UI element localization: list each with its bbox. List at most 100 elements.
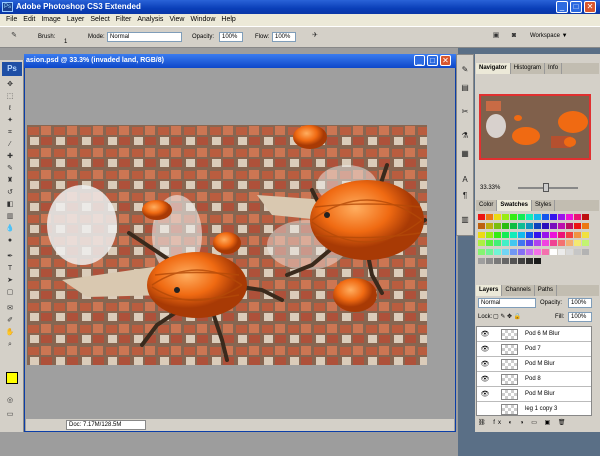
color-swatch[interactable] (510, 214, 517, 220)
document-title[interactable]: asion.psd @ 33.3% (invaded land, RGB/8) (24, 54, 456, 68)
color-swatch[interactable] (574, 222, 581, 229)
color-swatch[interactable] (494, 231, 501, 238)
color-swatch[interactable] (542, 240, 549, 247)
color-swatch[interactable] (510, 258, 517, 265)
eye-icon[interactable]: 👁 (479, 344, 491, 355)
color-swatch[interactable] (478, 258, 485, 265)
history-icon[interactable]: ⚗ (459, 130, 471, 142)
menu-view[interactable]: View (166, 14, 187, 26)
brushes-panel-icon[interactable]: ✎ (459, 64, 471, 76)
color-swatch[interactable] (526, 222, 533, 229)
crop-tool-icon[interactable]: ⌗ (4, 128, 16, 138)
color-swatch[interactable] (534, 214, 541, 220)
minimize-button[interactable]: _ (556, 1, 568, 13)
color-swatch[interactable] (502, 222, 509, 229)
eye-icon[interactable]: 👁 (479, 329, 491, 340)
color-swatch[interactable] (502, 214, 509, 220)
color-swatch[interactable] (510, 222, 517, 229)
screen-mode-icon[interactable]: ▭ (4, 410, 16, 420)
history-brush-icon[interactable]: ↺ (4, 188, 16, 198)
color-swatch[interactable] (518, 249, 525, 256)
layer-row[interactable]: 👁 Pod M Blur (477, 387, 591, 402)
tab-styles[interactable]: Styles (532, 200, 556, 211)
tab-swatches[interactable]: Swatches (497, 200, 533, 211)
color-swatch[interactable] (518, 258, 525, 265)
fill-field[interactable]: 100% (568, 312, 592, 322)
eraser-tool-icon[interactable]: ◧ (4, 200, 16, 210)
brush-tool-icon[interactable]: ✎ (8, 31, 20, 41)
zoom-tool-icon[interactable]: ⌕ (4, 340, 16, 350)
doc-close-button[interactable]: ✕ (440, 55, 451, 66)
tab-channels[interactable]: Channels (502, 285, 535, 296)
eyedropper-tool-icon[interactable]: ⁄ (4, 140, 16, 150)
color-swatch[interactable] (566, 222, 573, 229)
color-swatch[interactable] (518, 222, 525, 229)
color-swatch[interactable] (550, 240, 557, 247)
color-swatch[interactable] (550, 222, 557, 229)
color-swatch[interactable] (478, 214, 485, 220)
doc-minimize-button[interactable]: _ (414, 55, 425, 66)
layer-row[interactable]: 👁 Pod 8 (477, 372, 591, 387)
color-swatch[interactable] (526, 240, 533, 247)
layer-row[interactable]: 👁 Pod M Blur (477, 357, 591, 372)
color-swatch[interactable] (494, 258, 501, 265)
tab-info[interactable]: Info (545, 63, 563, 74)
color-swatch[interactable] (558, 240, 565, 247)
color-swatch[interactable] (550, 231, 557, 238)
color-swatch[interactable] (518, 231, 525, 238)
color-swatch[interactable] (574, 214, 581, 220)
close-button[interactable]: ✕ (584, 1, 596, 13)
quick-mask-icon[interactable]: ◎ (4, 396, 16, 406)
eye-icon[interactable]: 👁 (479, 359, 491, 370)
color-swatch[interactable] (526, 258, 533, 265)
notes-tool-icon[interactable]: ✉ (4, 304, 16, 314)
color-swatch[interactable] (542, 214, 549, 220)
color-swatch[interactable] (518, 214, 525, 220)
color-swatch[interactable] (486, 249, 493, 256)
menu-filter[interactable]: Filter (113, 14, 135, 26)
color-swatch[interactable] (534, 258, 541, 265)
color-swatch[interactable] (582, 222, 589, 229)
maximize-button[interactable]: □ (570, 1, 582, 13)
opacity-field[interactable]: 100% (219, 32, 243, 42)
heal-tool-icon[interactable]: ✚ (4, 152, 16, 162)
clone-source-icon[interactable]: ▦ (459, 148, 471, 160)
eyedropper-icon[interactable]: ✐ (4, 316, 16, 326)
layer-row[interactable]: 👁 Pod 6 M Blur (477, 327, 591, 342)
color-swatch[interactable] (542, 249, 549, 256)
zoom-level[interactable]: 33.33% (480, 184, 500, 192)
menu-window[interactable]: Window (187, 14, 218, 26)
flow-field[interactable]: 100% (272, 32, 296, 42)
layer-row[interactable]: 👁 Pod 7 (477, 342, 591, 357)
color-swatch[interactable] (502, 240, 509, 247)
menu-layer[interactable]: Layer (64, 14, 88, 26)
color-swatch[interactable] (478, 222, 485, 229)
eye-icon[interactable]: 👁 (479, 374, 491, 385)
tool-presets-icon[interactable]: ▤ (459, 82, 471, 94)
color-swatch[interactable] (582, 249, 589, 256)
pen-tool-icon[interactable]: ✒ (4, 252, 16, 262)
color-swatch[interactable] (486, 231, 493, 238)
dodge-tool-icon[interactable]: ● (4, 236, 16, 246)
color-swatch[interactable] (550, 214, 557, 220)
color-swatch[interactable] (494, 240, 501, 247)
tab-histogram[interactable]: Histogram (511, 63, 546, 74)
color-swatch[interactable] (550, 249, 557, 256)
layer-opacity-field[interactable]: 100% (568, 298, 592, 308)
camera-icon[interactable]: ◙ (508, 31, 520, 41)
doc-maximize-button[interactable]: □ (427, 55, 438, 66)
menu-edit[interactable]: Edit (20, 14, 38, 26)
menu-file[interactable]: File (3, 14, 20, 26)
color-swatch[interactable] (534, 222, 541, 229)
paragraph-icon[interactable]: ¶ (459, 190, 471, 202)
color-swatch[interactable] (558, 222, 565, 229)
stamp-tool-icon[interactable]: ♜ (4, 176, 16, 186)
lasso-tool-icon[interactable]: ℓ (4, 104, 16, 114)
color-swatch[interactable] (542, 222, 549, 229)
brush-size[interactable]: 1 (64, 38, 67, 46)
workspace-button[interactable]: Workspace ▼ (527, 30, 577, 42)
color-swatch[interactable] (486, 240, 493, 247)
menu-select[interactable]: Select (87, 14, 112, 26)
color-swatch[interactable] (574, 231, 581, 238)
color-swatch[interactable] (574, 240, 581, 247)
